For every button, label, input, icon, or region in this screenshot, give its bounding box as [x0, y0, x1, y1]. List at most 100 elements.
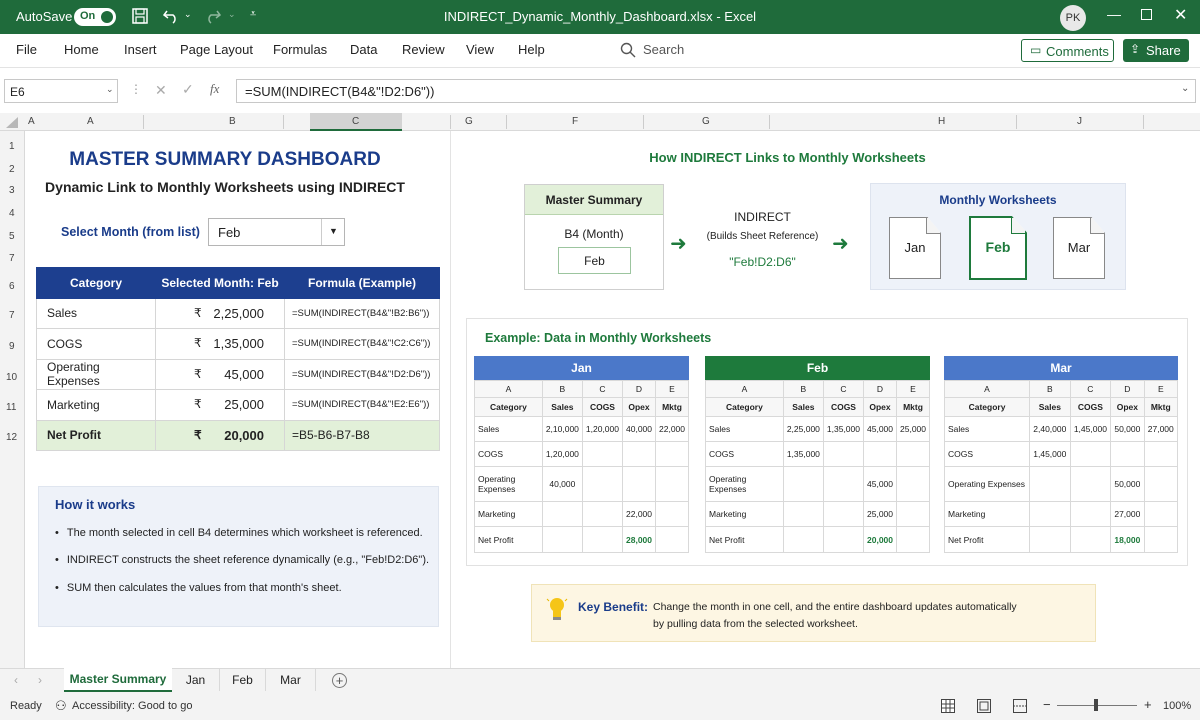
- cancel-icon[interactable]: ✕: [155, 82, 167, 99]
- category-cell[interactable]: Net Profit: [36, 419, 156, 451]
- category-cell[interactable]: Operating Expenses: [36, 358, 156, 390]
- row-header[interactable]: 10: [6, 372, 17, 383]
- value-cell[interactable]: [896, 441, 930, 467]
- category-cell[interactable]: Net Profit: [943, 526, 1031, 553]
- save-icon[interactable]: [132, 8, 148, 24]
- accessibility-status[interactable]: Accessibility: Good to go: [72, 700, 192, 712]
- column-header[interactable]: G: [702, 116, 710, 127]
- restore-icon[interactable]: [1141, 9, 1152, 20]
- page-break-view-icon[interactable]: [1013, 699, 1027, 713]
- formula-cell[interactable]: =SUM(INDIRECT(B4&"!B2:B6")): [284, 297, 440, 329]
- formula-cell[interactable]: =B5-B6-B7-B8: [284, 419, 440, 451]
- value-cell[interactable]: [655, 526, 689, 553]
- row-header[interactable]: 9: [9, 341, 15, 352]
- row-header[interactable]: 7: [9, 310, 15, 321]
- menu-data[interactable]: Data: [350, 42, 377, 57]
- avatar[interactable]: PK: [1060, 5, 1086, 31]
- value-cell[interactable]: 20,000: [863, 526, 897, 553]
- table-row[interactable]: Operating Expenses ₹45,000 =SUM(INDIRECT…: [36, 358, 440, 390]
- category-cell[interactable]: Sales: [474, 416, 543, 442]
- value-cell[interactable]: [822, 466, 865, 502]
- menu-view[interactable]: View: [466, 42, 494, 57]
- menu-review[interactable]: Review: [402, 42, 445, 57]
- category-cell[interactable]: Operating Expenses: [943, 466, 1031, 502]
- row-header[interactable]: 3: [9, 185, 15, 196]
- value-cell[interactable]: [782, 501, 824, 527]
- value-cell[interactable]: [896, 501, 930, 527]
- value-cell[interactable]: [1069, 441, 1112, 467]
- value-cell[interactable]: 2,25,000: [782, 416, 824, 442]
- value-cell[interactable]: [622, 441, 656, 467]
- value-cell[interactable]: ₹25,000: [155, 389, 285, 421]
- value-cell[interactable]: 45,000: [863, 416, 897, 442]
- value-cell[interactable]: 45,000: [863, 466, 897, 502]
- value-cell[interactable]: 27,000: [1143, 416, 1179, 442]
- row-header[interactable]: 1: [9, 141, 15, 152]
- select-all-icon[interactable]: [6, 117, 18, 128]
- value-cell[interactable]: [655, 466, 689, 502]
- value-cell[interactable]: 40,000: [622, 416, 656, 442]
- search-icon[interactable]: [620, 42, 636, 58]
- name-box[interactable]: E6 ⌄: [4, 79, 118, 103]
- tab-jan[interactable]: Jan: [172, 669, 220, 691]
- column-header[interactable]: J: [1077, 116, 1082, 127]
- category-cell[interactable]: Sales: [705, 416, 784, 442]
- minimize-icon[interactable]: —: [1107, 6, 1121, 22]
- table-row[interactable]: COGS ₹1,35,000 =SUM(INDIRECT(B4&"!C2:C6"…: [36, 328, 440, 360]
- formula-cell[interactable]: =SUM(INDIRECT(B4&"!D2:D6")): [284, 358, 440, 390]
- value-cell[interactable]: [896, 466, 930, 502]
- row-header[interactable]: 5: [9, 231, 15, 242]
- dropdown-arrow-icon[interactable]: ▼: [329, 226, 338, 236]
- value-cell[interactable]: 1,20,000: [581, 416, 624, 442]
- category-cell[interactable]: COGS: [705, 441, 784, 467]
- normal-view-icon[interactable]: [941, 699, 955, 713]
- table-row[interactable]: Sales ₹2,25,000 =SUM(INDIRECT(B4&"!B2:B6…: [36, 297, 440, 329]
- value-cell[interactable]: [1143, 466, 1179, 502]
- row-header[interactable]: 6: [9, 281, 15, 292]
- category-cell[interactable]: Marketing: [474, 501, 543, 527]
- accessibility-icon[interactable]: ⚇: [55, 698, 67, 714]
- value-cell[interactable]: 27,000: [1110, 501, 1145, 527]
- customize-qat-icon[interactable]: ⩡: [250, 8, 256, 21]
- category-cell[interactable]: Operating Expenses: [474, 466, 543, 502]
- value-cell[interactable]: [655, 501, 689, 527]
- value-cell[interactable]: 2,40,000: [1029, 416, 1071, 442]
- value-cell[interactable]: 1,45,000: [1029, 441, 1071, 467]
- zoom-slider-thumb[interactable]: [1094, 699, 1098, 711]
- value-cell[interactable]: 2,10,000: [541, 416, 583, 442]
- value-cell[interactable]: [655, 441, 689, 467]
- value-cell[interactable]: ₹45,000: [155, 358, 285, 390]
- value-cell[interactable]: 1,35,000: [782, 441, 824, 467]
- value-cell[interactable]: [782, 466, 824, 502]
- value-cell[interactable]: [1069, 501, 1112, 527]
- column-header[interactable]: B: [229, 116, 236, 127]
- value-cell[interactable]: [822, 441, 865, 467]
- formula-cell[interactable]: =SUM(INDIRECT(B4&"!E2:E6")): [284, 389, 440, 421]
- enter-icon[interactable]: ✓: [182, 81, 194, 98]
- value-cell[interactable]: [1029, 466, 1071, 502]
- value-cell[interactable]: [581, 441, 624, 467]
- value-cell[interactable]: 22,000: [655, 416, 689, 442]
- zoom-out-icon[interactable]: −: [1043, 697, 1051, 712]
- value-cell[interactable]: [541, 501, 583, 527]
- value-cell[interactable]: 50,000: [1110, 466, 1145, 502]
- tab-scroll-left-icon[interactable]: ‹: [14, 673, 18, 687]
- share-button[interactable]: ⇪ Share: [1123, 39, 1189, 62]
- value-cell[interactable]: 50,000: [1110, 416, 1145, 442]
- value-cell[interactable]: [822, 501, 865, 527]
- search-box[interactable]: Search: [643, 42, 684, 57]
- value-cell[interactable]: [581, 526, 624, 553]
- value-cell[interactable]: 1,35,000: [822, 416, 865, 442]
- value-cell[interactable]: [1143, 441, 1179, 467]
- month-dropdown[interactable]: Feb ▼: [208, 218, 345, 246]
- column-header[interactable]: A: [87, 116, 94, 127]
- value-cell[interactable]: 28,000: [622, 526, 656, 553]
- value-cell[interactable]: [1029, 501, 1071, 527]
- worksheet-grid[interactable]: MASTER SUMMARY DASHBOARD Dynamic Link to…: [25, 131, 1200, 668]
- add-sheet-icon[interactable]: +: [332, 673, 347, 688]
- category-cell[interactable]: Sales: [943, 416, 1031, 442]
- formula-cell[interactable]: =SUM(INDIRECT(B4&"!C2:C6")): [284, 328, 440, 360]
- value-cell[interactable]: 25,000: [896, 416, 930, 442]
- row-header[interactable]: 4: [9, 208, 15, 219]
- menu-home[interactable]: Home: [64, 42, 99, 57]
